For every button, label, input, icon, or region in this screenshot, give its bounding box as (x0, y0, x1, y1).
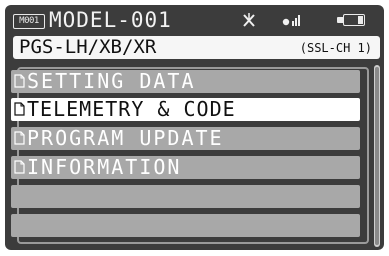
model-number-badge: M001 (13, 14, 45, 29)
protocol-channel: (SSL-CH 1) (299, 41, 372, 55)
battery-icon (343, 14, 365, 26)
menu-item-empty[interactable] (11, 185, 360, 208)
document-icon (14, 160, 25, 174)
menu-scrollbar[interactable] (374, 65, 380, 247)
menu-item-label: INFORMATION (27, 155, 182, 179)
menu-item-program-update[interactable]: PROGRAM UPDATE (11, 127, 360, 150)
menu-item-telemetry-code[interactable]: TELEMETRY & CODE (11, 98, 360, 121)
protocol-row[interactable]: PGS-LH/XB/XR (SSL-CH 1) (13, 36, 380, 59)
transmitter-screen: M001 MODEL-001 PGS-LH/XB/XR (SSL-CH 1) S… (5, 5, 384, 250)
document-icon (14, 102, 25, 116)
menu-item-setting-data[interactable]: SETTING DATA (11, 70, 360, 93)
document-icon (14, 74, 25, 88)
signal-icon (282, 15, 300, 26)
menu-item-label: TELEMETRY & CODE (27, 97, 236, 121)
model-name: MODEL-001 (49, 8, 172, 32)
menu-item-empty[interactable] (11, 214, 360, 237)
menu-item-label: SETTING DATA (27, 69, 196, 93)
protocol-name: PGS-LH/XB/XR (19, 36, 157, 58)
menu-item-information[interactable]: INFORMATION (11, 156, 360, 179)
status-bar: M001 MODEL-001 (5, 5, 384, 35)
battery-level (358, 16, 363, 24)
antenna-x-icon (243, 13, 255, 27)
menu-item-label: PROGRAM UPDATE (27, 126, 224, 150)
document-icon (14, 131, 25, 145)
scrollbar-thumb[interactable] (375, 67, 379, 245)
